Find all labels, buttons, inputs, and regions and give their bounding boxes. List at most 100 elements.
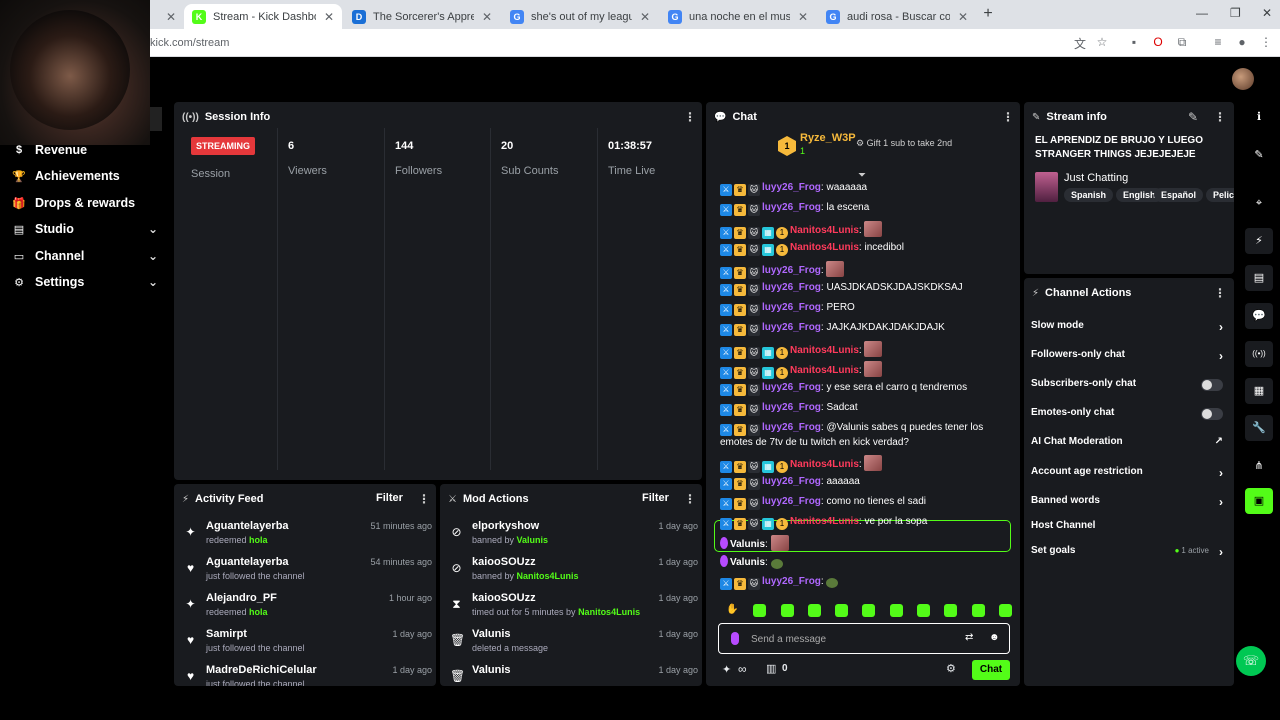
more-icon[interactable]: ⋮ bbox=[1002, 110, 1014, 124]
extension-icon[interactable]: ▪ bbox=[1126, 35, 1142, 51]
feed-highlight[interactable]: Valunis bbox=[517, 535, 549, 545]
feed-username[interactable]: Alejandro_PF bbox=[206, 592, 277, 604]
more-icon[interactable]: ⋮ bbox=[418, 492, 430, 506]
chat-filter-icon[interactable]: ⏷ bbox=[858, 170, 866, 181]
chat-username[interactable]: luyy26_Frog bbox=[762, 422, 821, 433]
microphone-icon[interactable] bbox=[731, 632, 739, 645]
toggle-switch[interactable] bbox=[1201, 379, 1223, 391]
channel-action-ai-chat-moderation[interactable]: AI Chat Moderation ↗ bbox=[1031, 436, 1223, 452]
channel-action-followers-only-chat[interactable]: Followers-only chat › bbox=[1031, 349, 1223, 365]
more-icon[interactable]: ⋮ bbox=[684, 492, 696, 506]
chat-message-input[interactable] bbox=[751, 629, 951, 649]
playlist-icon[interactable]: ≡ bbox=[1210, 35, 1226, 51]
translate-icon[interactable]: 文 bbox=[1072, 35, 1088, 51]
minimize-icon[interactable]: — bbox=[1196, 6, 1208, 20]
sidebar-item-achievements[interactable]: 🏆 Achievements bbox=[12, 166, 162, 186]
opera-icon[interactable]: O bbox=[1150, 35, 1166, 51]
chat-username[interactable]: luyy26_Frog bbox=[762, 382, 821, 393]
chat-username[interactable]: Nanitos4Lunis bbox=[790, 242, 859, 253]
chat-username[interactable]: luyy26_Frog bbox=[762, 182, 821, 193]
chat-username[interactable]: luyy26_Frog bbox=[762, 496, 821, 507]
maximize-icon[interactable]: ❐ bbox=[1230, 6, 1241, 20]
category-name[interactable]: Just Chatting bbox=[1064, 172, 1128, 184]
browser-menu-icon[interactable]: ⋮ bbox=[1258, 35, 1274, 51]
feed-username[interactable]: MadreDeRichiCelular bbox=[206, 664, 317, 676]
feed-username[interactable]: Valunis bbox=[472, 664, 511, 676]
translate-icon[interactable]: ⇄ bbox=[965, 632, 973, 643]
external-link-icon[interactable]: ↗ bbox=[1215, 436, 1223, 447]
feed-username[interactable]: Aguantelayerba bbox=[206, 556, 289, 568]
send-chat-button[interactable]: Chat bbox=[972, 660, 1010, 680]
help-button[interactable]: ☏ bbox=[1236, 646, 1266, 676]
emoji-icon[interactable]: ☻ bbox=[989, 632, 1000, 643]
gift-sub-link[interactable]: ⚙ Gift 1 sub to take 2nd bbox=[856, 138, 952, 149]
emote-icon[interactable] bbox=[753, 604, 767, 617]
tab-close-icon[interactable]: ✕ bbox=[958, 10, 968, 24]
page-icon[interactable]: ▤ bbox=[1245, 265, 1273, 291]
feed-highlight[interactable]: hola bbox=[249, 535, 268, 545]
channel-action-account-age-restriction[interactable]: Account age restriction › bbox=[1031, 466, 1223, 482]
chat-username[interactable]: luyy26_Frog bbox=[762, 402, 821, 413]
chat-username[interactable]: luyy26_Frog bbox=[762, 265, 821, 276]
browser-tab[interactable]: e✕ bbox=[150, 4, 182, 29]
chat-username[interactable]: luyy26_Frog bbox=[762, 282, 821, 293]
bookmark-star-icon[interactable]: ☆ bbox=[1094, 35, 1110, 51]
feed-highlight[interactable]: hola bbox=[249, 607, 268, 617]
focus-icon[interactable]: ⌖ bbox=[1245, 190, 1273, 216]
app-icon[interactable]: ▣ bbox=[1245, 488, 1273, 514]
sidebar-item-channel[interactable]: ▭ Channel ⌄ bbox=[12, 246, 162, 266]
leaderboard-pinned[interactable]: 1 Ryze_W3P 1 ⚙ Gift 1 sub to take 2nd bbox=[778, 132, 958, 162]
chat-username[interactable]: luyy26_Frog bbox=[762, 302, 821, 313]
edit-icon[interactable]: ✎ bbox=[1245, 142, 1273, 168]
chevron-down-icon[interactable]: ⌄ bbox=[148, 222, 158, 236]
close-window-icon[interactable]: ✕ bbox=[1262, 6, 1272, 20]
emote-icon[interactable] bbox=[998, 604, 1012, 617]
chat-username[interactable]: Valunis bbox=[730, 557, 765, 568]
filter-button[interactable]: Filter bbox=[642, 492, 669, 504]
emote-bar[interactable]: ✋ bbox=[726, 604, 1012, 618]
tag-badge[interactable]: Español bbox=[1154, 188, 1204, 202]
infinity-icon[interactable]: ∞ bbox=[738, 662, 747, 676]
channel-action-banned-words[interactable]: Banned words › bbox=[1031, 495, 1223, 511]
chat-username[interactable]: Valunis bbox=[730, 539, 765, 550]
tab-close-icon[interactable]: ✕ bbox=[482, 10, 492, 24]
bolt-icon[interactable]: ⚡ bbox=[1245, 228, 1273, 254]
sidebar-item-drops-rewards[interactable]: 🎁 Drops & rewards bbox=[12, 193, 162, 213]
points-icon[interactable]: ✦ bbox=[722, 663, 731, 676]
tab-close-icon[interactable]: ✕ bbox=[798, 10, 808, 24]
tag-badge[interactable]: Spanish bbox=[1064, 188, 1114, 202]
chat-username[interactable]: Nanitos4Lunis bbox=[790, 345, 859, 356]
tab-close-icon[interactable]: ✕ bbox=[166, 10, 176, 24]
feed-highlight[interactable]: Nanitos4Lunis bbox=[517, 571, 579, 581]
gear-icon[interactable]: ⚙ bbox=[946, 662, 956, 675]
chat-username[interactable]: luyy26_Frog bbox=[762, 202, 821, 213]
feed-username[interactable]: elporkyshow bbox=[472, 520, 539, 532]
chat-username[interactable]: Nanitos4Lunis bbox=[790, 516, 859, 527]
chevron-right-icon[interactable]: › bbox=[1219, 545, 1223, 559]
toggle-switch[interactable] bbox=[1201, 408, 1223, 420]
chat-username[interactable]: luyy26_Frog bbox=[762, 576, 821, 587]
chat-username[interactable]: Nanitos4Lunis bbox=[790, 459, 859, 470]
channel-action-emotes-only-chat[interactable]: Emotes-only chat bbox=[1031, 407, 1223, 423]
chevron-right-icon[interactable]: › bbox=[1219, 320, 1223, 334]
channel-action-slow-mode[interactable]: Slow mode › bbox=[1031, 320, 1223, 336]
channel-action-host-channel[interactable]: Host Channel bbox=[1031, 520, 1223, 536]
channel-action-subscribers-only-chat[interactable]: Subscribers-only chat bbox=[1031, 378, 1223, 394]
address-bar[interactable]: kick.com/stream 文 ☆ ▪ O ⧉ ≡ ● ⋮ bbox=[0, 29, 1280, 57]
emote-icon[interactable] bbox=[780, 604, 794, 617]
emote-icon[interactable] bbox=[889, 604, 903, 617]
wrench-icon[interactable]: 🔧 bbox=[1245, 415, 1273, 441]
info-icon[interactable]: ℹ bbox=[1245, 104, 1273, 130]
feed-username[interactable]: Aguantelayerba bbox=[206, 520, 289, 532]
new-tab-button[interactable]: + bbox=[980, 6, 996, 22]
avatar[interactable] bbox=[1232, 68, 1254, 90]
chat-icon[interactable]: 💬 bbox=[1245, 303, 1273, 329]
tab-close-icon[interactable]: ✕ bbox=[324, 10, 334, 24]
more-icon[interactable]: ⋮ bbox=[1214, 110, 1226, 124]
browser-tab[interactable]: Gshe's out of my league - Buscar ✕ bbox=[502, 4, 658, 29]
browser-tab[interactable]: K Stream - Kick Dashboard ✕ bbox=[184, 4, 342, 29]
feed-username[interactable]: Samirpt bbox=[206, 628, 247, 640]
more-icon[interactable]: ⋮ bbox=[1214, 286, 1226, 300]
chat-input-box[interactable]: ⇄ ☻ bbox=[718, 623, 1010, 654]
store-icon[interactable]: ▥ bbox=[766, 662, 776, 675]
